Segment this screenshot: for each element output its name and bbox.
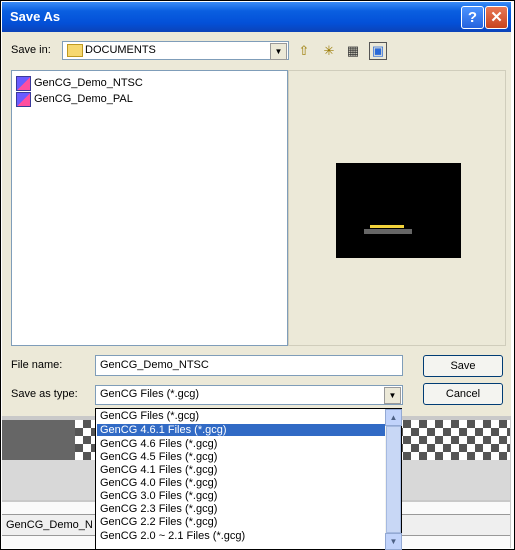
save-as-type-dropdown[interactable]: GenCG Files (*.gcg) GenCG 4.6.1 Files (*… bbox=[95, 408, 402, 550]
file-item[interactable]: GenCG_Demo_PAL bbox=[16, 91, 133, 107]
view-menu-icon[interactable]: ▦ bbox=[344, 42, 362, 60]
preview-pane bbox=[288, 70, 506, 346]
title-bar[interactable]: Save As ? ✕ bbox=[2, 2, 511, 32]
close-button[interactable]: ✕ bbox=[485, 6, 508, 29]
save-as-type-value: GenCG Files (*.gcg) bbox=[100, 388, 200, 400]
type-option[interactable]: GenCG 2.3 Files (*.gcg) bbox=[97, 503, 387, 515]
preview-thumbnail bbox=[336, 163, 461, 258]
background-timeline-dark bbox=[2, 420, 75, 460]
file-name-input[interactable]: GenCG_Demo_NTSC bbox=[95, 355, 403, 376]
folder-icon bbox=[67, 44, 83, 57]
save-as-dialog: Save As ? ✕ Save in: DOCUMENTS ▼ ⇧ ✳ ▦ ▣… bbox=[2, 2, 511, 416]
file-name-label: File name: bbox=[11, 359, 63, 371]
desktop-icon[interactable]: ▣ bbox=[369, 42, 387, 60]
type-option[interactable]: GenCG 4.1 Files (*.gcg) bbox=[97, 464, 387, 476]
type-option[interactable]: GenCG 4.0 Files (*.gcg) bbox=[97, 477, 387, 489]
scroll-up-icon[interactable]: ▲ bbox=[385, 409, 402, 426]
dropdown-arrow-icon[interactable]: ▼ bbox=[270, 43, 287, 60]
file-name-value: GenCG_Demo_NTSC bbox=[100, 359, 209, 371]
scroll-down-icon[interactable]: ▼ bbox=[385, 533, 402, 550]
up-folder-icon[interactable]: ⇧ bbox=[295, 42, 313, 60]
dialog-title: Save As bbox=[10, 9, 61, 24]
type-option[interactable]: GenCG 4.5 Files (*.gcg) bbox=[97, 451, 387, 463]
save-as-type-label: Save as type: bbox=[11, 388, 78, 400]
type-option[interactable]: GenCG 2.2 Files (*.gcg) bbox=[97, 516, 387, 528]
save-button[interactable]: Save bbox=[423, 355, 503, 377]
file-item[interactable]: GenCG_Demo_NTSC bbox=[16, 75, 143, 91]
save-in-combo[interactable]: DOCUMENTS ▼ bbox=[62, 41, 289, 60]
preview-title-bar bbox=[370, 225, 404, 228]
type-option[interactable]: GenCG Files (*.gcg) bbox=[97, 410, 387, 422]
dropdown-scrollbar[interactable]: ▲ ▼ bbox=[385, 409, 402, 550]
help-button[interactable]: ? bbox=[461, 6, 484, 29]
scroll-thumb[interactable] bbox=[386, 426, 401, 533]
file-list[interactable]: GenCG_Demo_NTSC GenCG_Demo_PAL bbox=[11, 70, 288, 346]
type-option[interactable]: GenCG 4.6 Files (*.gcg) bbox=[97, 438, 387, 450]
save-in-value: DOCUMENTS bbox=[85, 44, 156, 56]
file-icon bbox=[16, 91, 31, 107]
save-as-type-combo[interactable]: GenCG Files (*.gcg) ▼ bbox=[95, 385, 403, 405]
new-folder-icon[interactable]: ✳ bbox=[320, 42, 338, 60]
type-option[interactable]: GenCG 2.0 ~ 2.1 Files (*.gcg) bbox=[97, 530, 387, 542]
background-tab-label: GenCG_Demo_N bbox=[6, 519, 93, 531]
save-in-label: Save in: bbox=[11, 44, 51, 56]
cancel-button[interactable]: Cancel bbox=[423, 383, 503, 405]
dropdown-arrow-icon[interactable]: ▼ bbox=[384, 387, 401, 404]
type-option-selected[interactable]: GenCG 4.6.1 Files (*.gcg) bbox=[97, 424, 387, 436]
file-item-label: GenCG_Demo_NTSC bbox=[34, 77, 143, 89]
file-icon bbox=[16, 75, 31, 91]
file-item-label: GenCG_Demo_PAL bbox=[34, 93, 133, 105]
preview-name-bar bbox=[364, 229, 412, 234]
type-option[interactable]: GenCG 3.0 Files (*.gcg) bbox=[97, 490, 387, 502]
